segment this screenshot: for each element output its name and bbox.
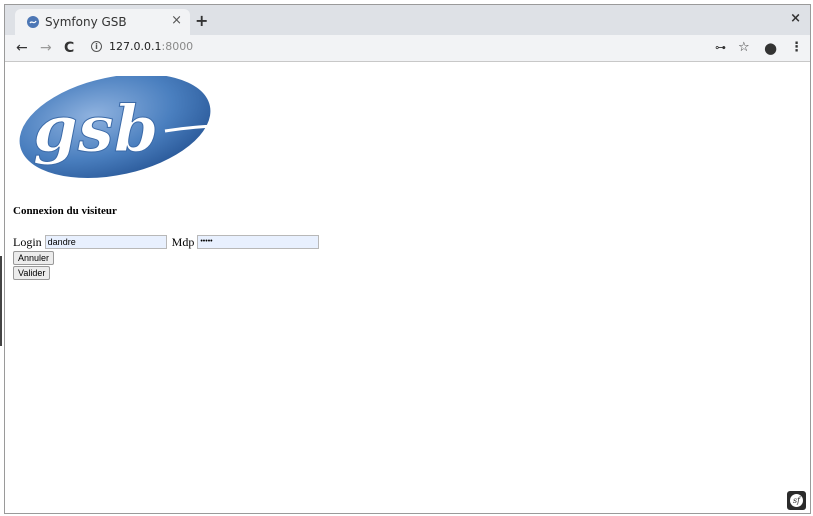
login-input[interactable]: dandre — [44, 235, 167, 250]
address-bar[interactable]: i 127.0.0.1:8000 — [85, 38, 735, 58]
back-arrow-icon[interactable]: ← — [16, 39, 28, 57]
tab-close-icon[interactable]: × — [171, 13, 182, 28]
browser-toolbar: ← → C i 127.0.0.1:8000 ⊶ ☆ ● ⋮ — [5, 35, 810, 62]
symfony-toolbar-button[interactable]: sf — [787, 491, 806, 510]
login-label: Login — [13, 234, 42, 249]
key-icon[interactable]: ⊶ — [715, 39, 726, 57]
window-edge-mark — [0, 256, 2, 346]
page-content: gsb Connexion du visiteur Login dandre M… — [5, 62, 810, 513]
tab-strip: Symfony GSB × + × — [5, 5, 810, 35]
cancel-button[interactable]: Annuler — [13, 251, 55, 265]
url-text[interactable]: 127.0.0.1:8000 — [109, 40, 193, 53]
star-icon[interactable]: ☆ — [738, 39, 750, 57]
favicon-icon — [27, 16, 39, 28]
new-tab-icon[interactable]: + — [195, 11, 208, 30]
reload-icon[interactable]: C — [64, 39, 74, 57]
gsb-logo: gsb — [19, 76, 220, 178]
submit-button[interactable]: Valider — [13, 266, 51, 280]
tab-title: Symfony GSB — [45, 15, 127, 29]
menu-icon[interactable]: ⋮ — [790, 39, 803, 57]
password-input[interactable]: ••••• — [197, 235, 320, 250]
browser-window: Symfony GSB × + × ← → C i 127.0.0.1:8000… — [4, 4, 811, 514]
account-icon[interactable]: ● — [764, 39, 777, 57]
page-title: Connexion du visiteur — [13, 205, 117, 217]
symfony-logo-icon: sf — [790, 494, 803, 507]
forward-arrow-icon[interactable]: → — [40, 39, 52, 57]
url-host: 127.0.0.1 — [109, 40, 162, 53]
site-info-icon[interactable]: i — [91, 41, 102, 52]
url-port: :8000 — [161, 40, 194, 53]
password-label: Mdp — [171, 234, 195, 249]
tab-symfony-gsb[interactable]: Symfony GSB × — [15, 9, 190, 35]
window-close-icon[interactable]: × — [790, 11, 801, 26]
login-row: Login dandre Mdp ••••• — [13, 234, 320, 250]
logo-text: gsb — [33, 92, 159, 167]
